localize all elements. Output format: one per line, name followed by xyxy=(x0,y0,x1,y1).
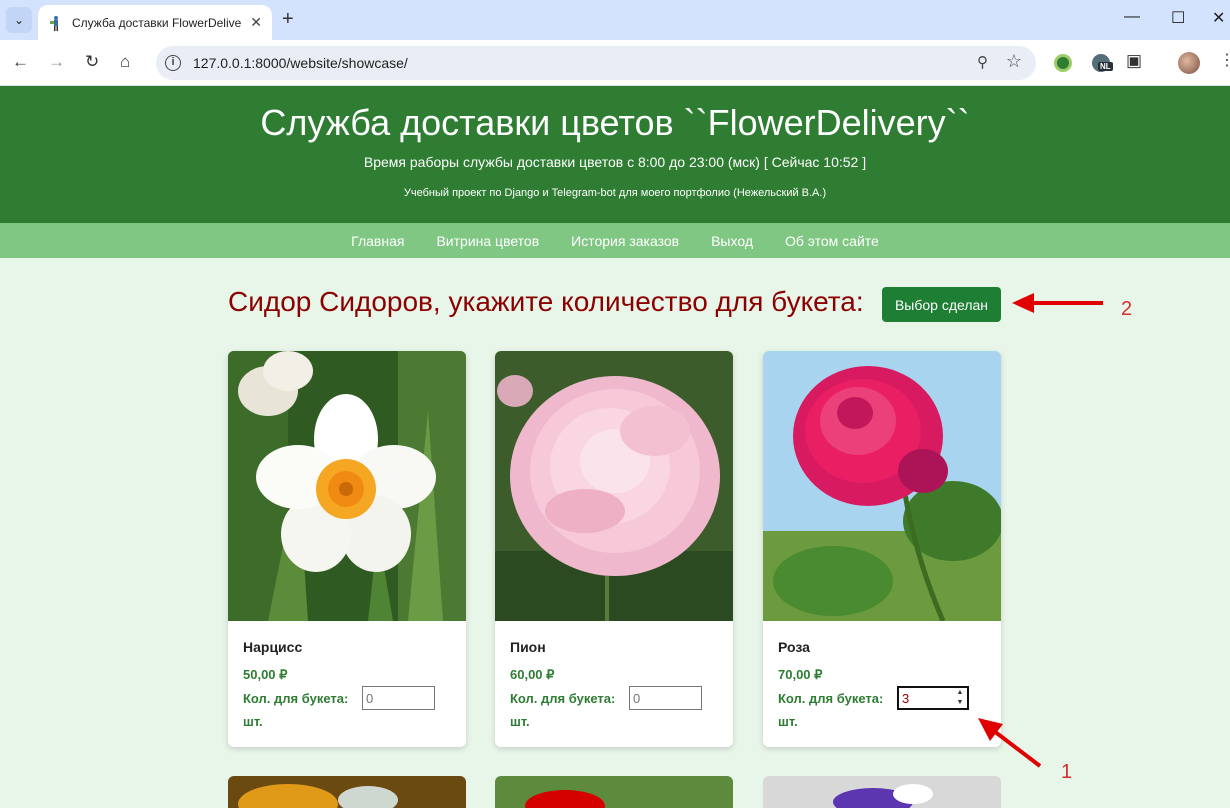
annotation-arrow-2 xyxy=(1012,293,1103,313)
annotation-arrow-1 xyxy=(978,718,1042,768)
annotation-label-2: 2 xyxy=(1121,298,1133,320)
annotation-label-1: 1 xyxy=(1061,761,1073,783)
annotation-overlay xyxy=(978,293,1103,768)
